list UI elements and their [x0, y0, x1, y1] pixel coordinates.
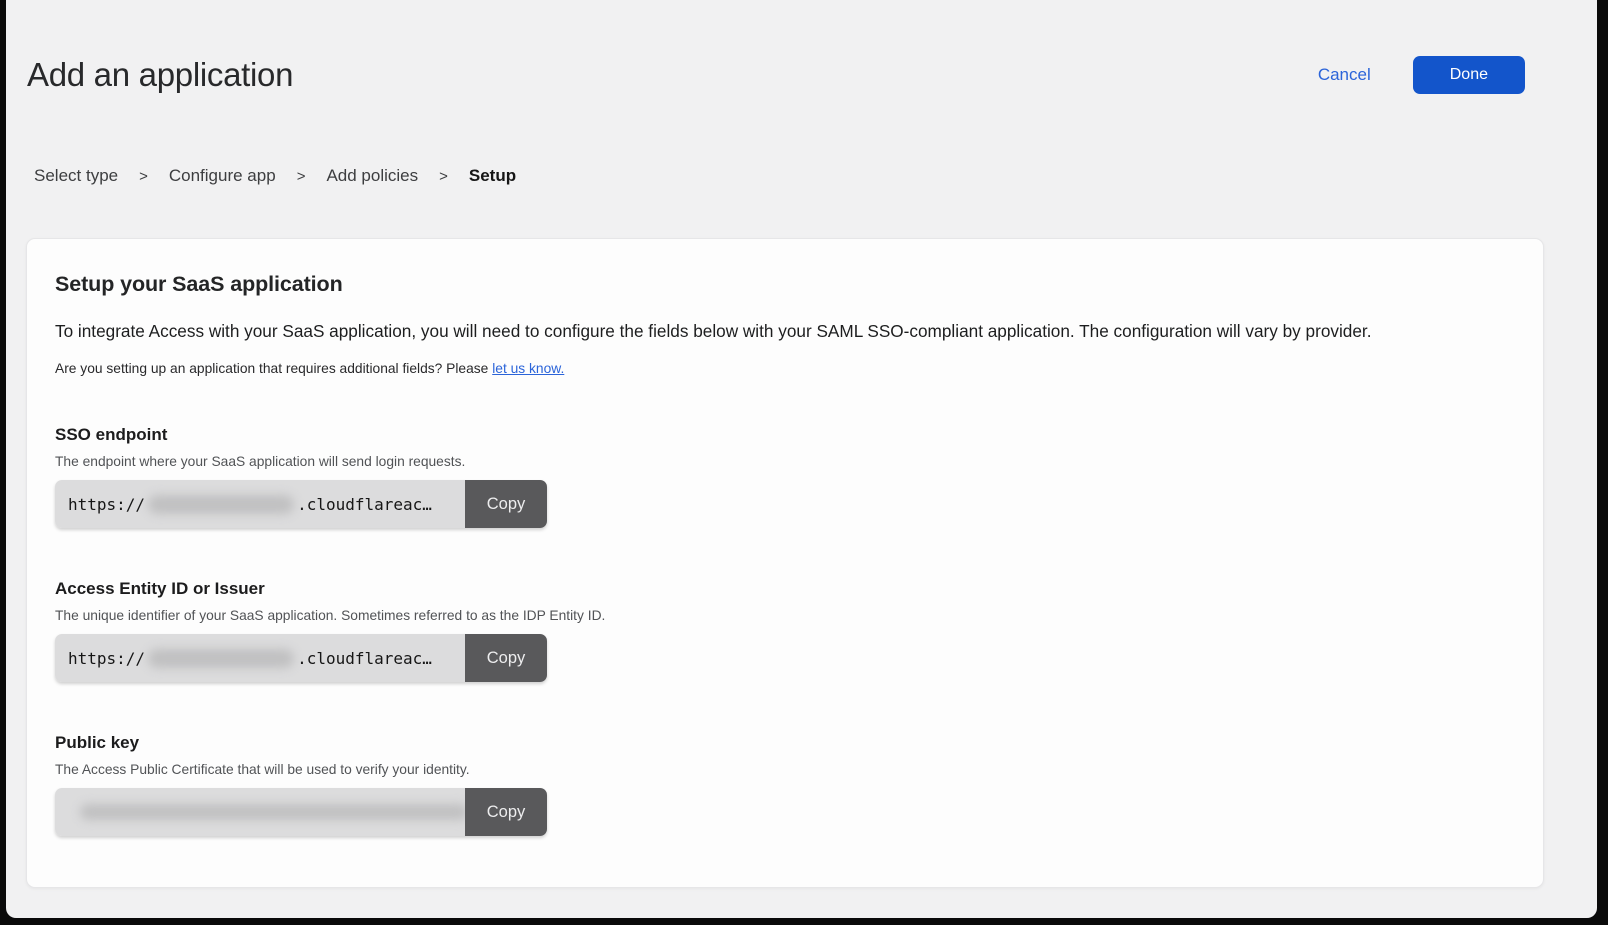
access-entity-id-field: https:// .cloudflareac… Copy: [55, 634, 547, 682]
page-header: Add an application Cancel Done: [27, 56, 1525, 94]
page-title: Add an application: [27, 56, 293, 94]
url-prefix: https://: [68, 495, 145, 514]
setup-card: Setup your SaaS application To integrate…: [26, 238, 1544, 888]
section-description: The endpoint where your SaaS application…: [55, 454, 1515, 469]
public-key-value: [55, 788, 465, 836]
redacted-text: [148, 495, 294, 514]
access-entity-id-value: https:// .cloudflareac…: [55, 634, 465, 682]
url-suffix: .cloudflareac…: [297, 649, 432, 668]
redacted-text: [148, 649, 294, 668]
section-access-entity-id: Access Entity ID or Issuer The unique id…: [55, 579, 1515, 682]
section-public-key: Public key The Access Public Certificate…: [55, 733, 1515, 836]
breadcrumb-step-configure-app[interactable]: Configure app: [169, 166, 276, 186]
breadcrumb: Select type > Configure app > Add polici…: [34, 166, 516, 186]
section-title: SSO endpoint: [55, 425, 1515, 445]
header-actions: Cancel Done: [1318, 56, 1525, 94]
breadcrumb-separator: >: [139, 168, 148, 185]
public-key-field: Copy: [55, 788, 547, 836]
section-description: The Access Public Certificate that will …: [55, 762, 1515, 777]
app-viewport: Add an application Cancel Done Select ty…: [6, 0, 1597, 918]
public-key-copy-button[interactable]: Copy: [465, 788, 547, 836]
redacted-text: [80, 804, 465, 820]
cancel-button[interactable]: Cancel: [1318, 65, 1371, 85]
breadcrumb-step-add-policies[interactable]: Add policies: [326, 166, 418, 186]
breadcrumb-separator: >: [297, 168, 306, 185]
done-button[interactable]: Done: [1413, 56, 1525, 94]
section-title: Public key: [55, 733, 1515, 753]
url-suffix: .cloudflareac…: [297, 495, 432, 514]
sso-endpoint-field: https:// .cloudflareac… Copy: [55, 480, 547, 528]
breadcrumb-step-setup: Setup: [469, 166, 516, 186]
card-note-text: Are you setting up an application that r…: [55, 361, 488, 376]
card-intro-text: To integrate Access with your SaaS appli…: [55, 320, 1515, 342]
breadcrumb-step-select-type[interactable]: Select type: [34, 166, 118, 186]
let-us-know-link[interactable]: let us know.: [492, 361, 564, 376]
card-title: Setup your SaaS application: [55, 272, 1515, 297]
sso-endpoint-copy-button[interactable]: Copy: [465, 480, 547, 528]
breadcrumb-separator: >: [439, 168, 448, 185]
url-prefix: https://: [68, 649, 145, 668]
access-entity-id-copy-button[interactable]: Copy: [465, 634, 547, 682]
section-sso-endpoint: SSO endpoint The endpoint where your Saa…: [55, 425, 1515, 528]
card-note: Are you setting up an application that r…: [55, 361, 1515, 376]
section-description: The unique identifier of your SaaS appli…: [55, 608, 1515, 623]
sso-endpoint-value: https:// .cloudflareac…: [55, 480, 465, 528]
section-title: Access Entity ID or Issuer: [55, 579, 1515, 599]
